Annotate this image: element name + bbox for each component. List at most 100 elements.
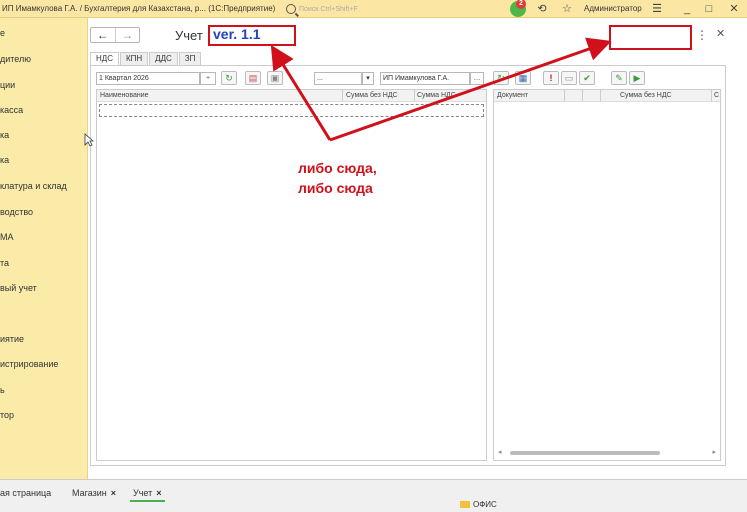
col-document[interactable]: Документ [497, 90, 528, 101]
window-title: ИП Имамкулова Г.А. / Бухгалтерия для Каз… [2, 4, 275, 13]
tab-uchet-label: Учет [133, 488, 152, 498]
organization-value: ИП Имамкулова Г.А. [383, 75, 449, 82]
global-search[interactable]: Поиск Ctrl+Shift+F [286, 2, 386, 16]
close-tab-icon[interactable]: × [111, 488, 116, 498]
col-separator [711, 90, 712, 101]
sidebar-item[interactable]: е [0, 28, 5, 38]
sidebar-item[interactable]: водство [0, 207, 33, 217]
sidebar: е дителю ции касса ка ка клатура и склад… [0, 18, 88, 479]
sidebar-item[interactable]: МА [0, 232, 14, 242]
tab-home-label: ая страница [0, 488, 51, 498]
col-vat[interactable]: Сумма НДС [417, 90, 456, 101]
sidebar-item[interactable]: клатура и склад [0, 181, 67, 191]
alert-icon[interactable]: ! [543, 71, 559, 85]
tab-dds[interactable]: ДДС [149, 52, 178, 65]
left-grid: Наименование Сумма без НДС Сумма НДС [96, 89, 487, 461]
col-name[interactable]: Наименование [100, 90, 149, 101]
sidebar-item[interactable]: касса [0, 105, 23, 115]
history-icon[interactable]: ⟲ [535, 2, 549, 16]
col-sum-no-vat-right[interactable]: Сумма без НДС [620, 90, 672, 101]
horizontal-scrollbar[interactable]: ◂ ▸ [498, 448, 716, 457]
sidebar-item[interactable]: ции [0, 80, 15, 90]
main-area: ← → Учет ver. 1.1 ⋮ ✕ НДС КПН ДДС ЗП 1 К… [88, 18, 747, 479]
search-icon [286, 4, 296, 14]
period-stepper[interactable]: ÷ [200, 72, 216, 85]
sidebar-item[interactable]: истрирование [0, 359, 58, 369]
sidebar-item[interactable]: ка [0, 155, 9, 165]
period-value: 1 Квартал 2026 [99, 75, 149, 82]
tab-magazin-label: Магазин [72, 488, 107, 498]
maximize-icon[interactable]: □ [702, 2, 716, 16]
scrollbar-thumb[interactable] [510, 451, 660, 455]
refresh-icon[interactable]: ↻ [221, 71, 237, 85]
settings-menu-icon[interactable]: ☰ [650, 2, 664, 16]
filter-value: ... [317, 75, 323, 82]
notifications-icon[interactable]: 2 [510, 1, 526, 17]
annotation-line-2: либо сюда [298, 178, 377, 198]
run-icon[interactable]: ▶ [629, 71, 645, 85]
mouse-cursor-icon [84, 133, 94, 147]
tab-kpn[interactable]: КПН [120, 52, 148, 65]
title-bar: ИП Имамкулова Г.А. / Бухгалтерия для Каз… [0, 0, 747, 18]
minimize-icon[interactable]: _ [680, 2, 694, 16]
close-window-icon[interactable]: ✕ [727, 2, 741, 16]
more-menu-icon[interactable]: ⋮ [696, 28, 708, 42]
col-separator [582, 90, 583, 101]
organization-field[interactable]: ИП Имамкулова Г.А. [380, 72, 470, 85]
structure-icon[interactable]: ▦ [515, 71, 531, 85]
col-separator [342, 90, 343, 101]
right-grid: Документ Сумма без НДС С ◂ ▸ [493, 89, 721, 461]
col-separator [414, 90, 415, 101]
bottom-tab-bar: ая страница Магазин × Учет × [0, 479, 747, 512]
scroll-left-icon[interactable]: ◂ [498, 448, 502, 456]
page-title: Учет [175, 28, 203, 43]
col-extra[interactable]: С [714, 90, 719, 101]
sidebar-item[interactable]: дителю [0, 54, 31, 64]
notifications-badge: 2 [516, 0, 526, 9]
period-field[interactable]: 1 Квартал 2026 [96, 72, 200, 85]
sidebar-item[interactable]: ка [0, 130, 9, 140]
annotation-line-1: либо сюда, [298, 158, 377, 178]
tab-panel: 1 Квартал 2026 ÷ ↻ ▤ ▣ ... ▾ ИП Имамкуло… [90, 65, 726, 466]
tab-uchet[interactable]: Учет × [130, 485, 165, 502]
document-icon[interactable]: ▭ [561, 71, 577, 85]
right-grid-header: Документ Сумма без НДС С [494, 90, 720, 102]
tab-bar: НДС КПН ДДС ЗП [90, 52, 202, 65]
close-form-icon[interactable]: ✕ [716, 27, 725, 40]
tab-zp[interactable]: ЗП [179, 52, 202, 65]
back-icon[interactable]: ← [91, 28, 115, 42]
user-name[interactable]: Администратор [584, 4, 642, 13]
col-sum-no-vat[interactable]: Сумма без НДС [346, 90, 398, 101]
sidebar-item[interactable]: иятие [0, 334, 24, 344]
report-icon[interactable]: ▤ [245, 71, 261, 85]
nav-buttons: ← → [90, 27, 140, 43]
refresh-right-icon[interactable]: ↻ [493, 71, 509, 85]
check-icon[interactable]: ✔ [579, 71, 595, 85]
scroll-right-icon[interactable]: ▸ [712, 448, 716, 456]
forward-icon[interactable]: → [115, 28, 140, 42]
version-label: ver. 1.1 [213, 26, 261, 42]
folder-icon [460, 501, 470, 508]
left-grid-header: Наименование Сумма без НДС Сумма НДС [97, 90, 486, 102]
folder-label: ОФИС [473, 500, 497, 509]
edit-icon[interactable]: ✎ [611, 71, 627, 85]
favorites-icon[interactable]: ☆ [560, 2, 574, 16]
close-tab-icon[interactable]: × [156, 488, 161, 498]
organization-select-button[interactable]: … [470, 72, 484, 85]
filter-dropdown-icon[interactable]: ▾ [362, 72, 374, 85]
col-separator [600, 90, 601, 101]
filter-field[interactable]: ... [314, 72, 362, 85]
folder-item[interactable]: ОФИС [460, 500, 497, 509]
annotation-text: либо сюда, либо сюда [298, 158, 377, 198]
selected-row[interactable] [99, 104, 484, 117]
tab-home[interactable]: ая страница [0, 485, 51, 502]
alternate-highlight-box [609, 25, 692, 50]
search-placeholder: Поиск Ctrl+Shift+F [299, 6, 358, 13]
tab-nds[interactable]: НДС [90, 52, 119, 65]
sidebar-item[interactable]: та [0, 258, 9, 268]
sidebar-item[interactable]: вый учет [0, 283, 37, 293]
tab-magazin[interactable]: Магазин × [72, 485, 116, 502]
sidebar-item[interactable]: ь [0, 385, 5, 395]
sidebar-item[interactable]: тор [0, 410, 14, 420]
print-icon[interactable]: ▣ [267, 71, 283, 85]
